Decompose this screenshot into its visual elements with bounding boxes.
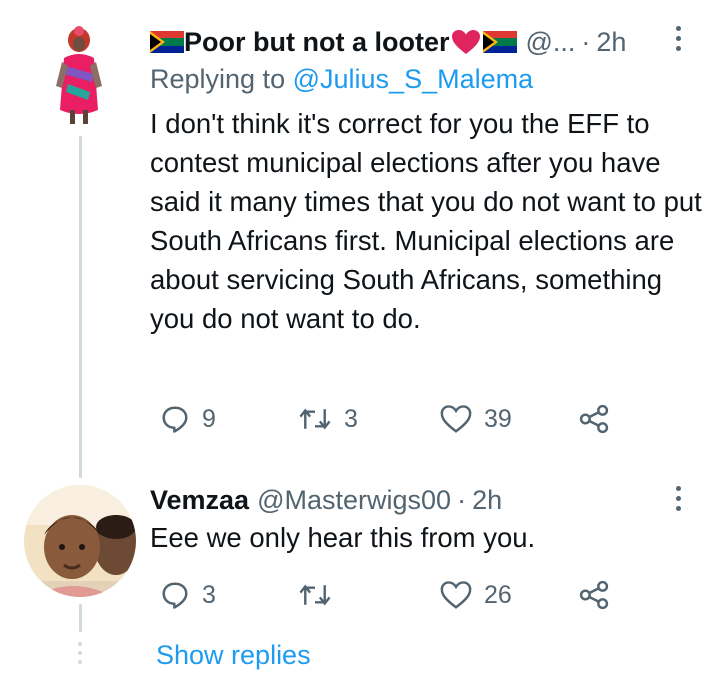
tweet2-body: Eee we only hear this from you. [150,522,536,553]
like-count: 26 [484,580,512,609]
heart-emoji-icon [452,30,481,54]
tweet1-handle[interactable]: @... [525,27,575,58]
more-icon[interactable] [676,26,682,51]
retweet-button[interactable]: 3 [298,404,358,434]
tweet2-header: Vemzaa @Masterwigs00 · 2h [150,480,502,520]
avatar-poor-but-not-a-looter[interactable] [50,22,108,128]
share-icon [579,404,609,434]
separator-dot: · [581,26,591,57]
thread-line [79,604,82,632]
thread-continuation-dots [78,642,83,664]
tweet2-handle[interactable]: @Masterwigs00 [257,485,451,516]
tweet2-time[interactable]: 2h [472,485,502,516]
retweet-icon [299,584,331,606]
thread-line [79,136,82,478]
reply-count: 3 [202,580,216,609]
replying-prefix: Replying to [150,64,286,94]
replying-to: Replying to @Julius_S_Malema [150,64,533,95]
reply-button[interactable]: 9 [160,404,216,434]
flag-icon [150,31,184,53]
tweet2-display-name[interactable]: Vemzaa [150,485,249,516]
like-button[interactable]: 26 [440,580,512,610]
reply-count: 9 [202,404,216,433]
more-icon[interactable] [676,486,682,511]
share-button[interactable] [578,580,610,610]
reply-button[interactable]: 3 [160,580,216,610]
flag-icon [483,31,518,53]
share-icon [579,580,609,610]
share-button[interactable] [578,404,610,434]
tweet1-header: Poor but not a looter @... · 2h [150,22,626,62]
like-button[interactable]: 39 [440,404,512,434]
show-replies-link[interactable]: Show replies [156,640,311,671]
avatar-vemzaa[interactable] [24,485,136,597]
like-icon [440,581,472,609]
retweet-count: 3 [344,404,358,433]
tweet1-body: I don't think it's correct for you the E… [150,108,702,334]
separator-dot: · [457,484,467,515]
tweet1-time[interactable]: 2h [596,27,626,58]
tweet1-display-name[interactable]: Poor but not a looter [184,27,449,58]
like-count: 39 [484,404,512,433]
retweet-button[interactable] [298,580,332,610]
like-icon [440,405,472,433]
reply-icon [162,406,188,433]
reply-icon [162,582,188,609]
retweet-icon [299,408,331,430]
replying-handle-link[interactable]: @Julius_S_Malema [293,64,534,94]
